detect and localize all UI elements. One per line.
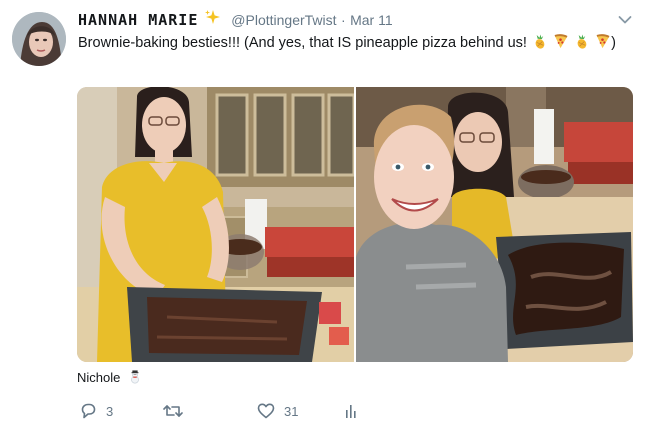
tweet-header: HANNAH MARIE @PlottingerTwist · Mar 11 bbox=[78, 9, 626, 31]
media-photo-right[interactable] bbox=[356, 87, 633, 362]
like-count: 31 bbox=[284, 403, 299, 419]
pineapple-emoji bbox=[535, 34, 545, 49]
tweet-text: Brownie-baking besties!!! (And yes, that… bbox=[78, 33, 626, 53]
analytics-button[interactable] bbox=[343, 400, 359, 422]
analytics-icon bbox=[346, 405, 356, 418]
avatar-photo bbox=[12, 12, 66, 66]
reply-count: 3 bbox=[106, 403, 114, 419]
tweet-actions: 3 31 bbox=[77, 400, 637, 422]
separator-dot: · bbox=[340, 12, 346, 28]
chevron-down-icon[interactable] bbox=[618, 12, 632, 24]
tweet-date[interactable]: Mar 11 bbox=[350, 12, 393, 28]
like-button[interactable]: 31 bbox=[257, 400, 298, 422]
avatar[interactable] bbox=[12, 12, 66, 66]
retweet-button[interactable] bbox=[163, 400, 192, 422]
photo-selfie-brownies bbox=[356, 87, 633, 362]
tweet-media[interactable] bbox=[77, 87, 633, 362]
reply-icon bbox=[81, 403, 96, 419]
pizza-emoji bbox=[554, 34, 568, 49]
user-handle[interactable]: @PlottingerTwist bbox=[231, 12, 336, 28]
display-name[interactable]: HANNAH MARIE bbox=[78, 11, 198, 29]
tweet-text-close: ) bbox=[611, 35, 616, 51]
snowman-emoji bbox=[131, 370, 139, 384]
pizza-emoji bbox=[596, 34, 610, 49]
photo-kitchen-girl-brownies bbox=[77, 87, 354, 362]
heart-icon bbox=[257, 403, 275, 419]
tagged-user-name[interactable]: Nichole bbox=[77, 370, 120, 385]
pineapple-emoji bbox=[577, 34, 587, 49]
tweet-text-body: Brownie-baking besties!!! (And yes, that… bbox=[78, 35, 527, 51]
tagged-user[interactable]: Nichole bbox=[77, 370, 143, 385]
sparkles-emoji bbox=[204, 9, 221, 31]
retweet-icon bbox=[163, 405, 183, 417]
media-photo-left[interactable] bbox=[77, 87, 354, 362]
reply-button[interactable]: 3 bbox=[79, 400, 113, 422]
